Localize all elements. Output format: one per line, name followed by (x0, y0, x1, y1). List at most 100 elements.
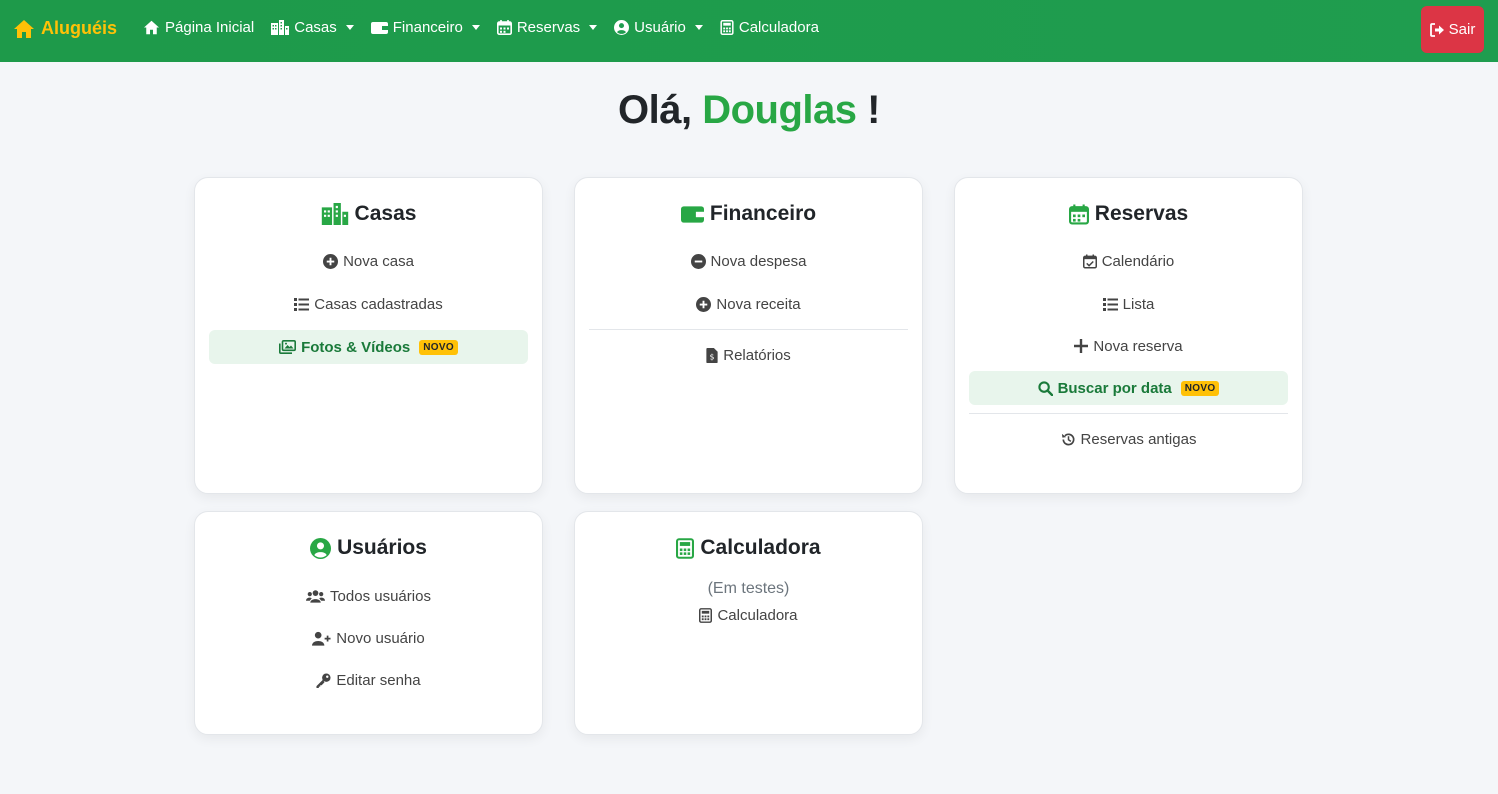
user-name: Douglas (702, 88, 857, 132)
card-financeiro: Financeiro Nova despesa Nova receita $ R… (574, 177, 923, 494)
chevron-down-icon (471, 25, 480, 30)
chevron-down-icon (694, 25, 703, 30)
calculator-icon (699, 607, 713, 623)
card-title: Usuários (195, 536, 542, 560)
navbar: Aluguéis Página Inicial Casas Financeiro… (0, 0, 1498, 62)
link-relatorios[interactable]: $ Relatórios (589, 338, 908, 372)
brand-link[interactable]: Aluguéis (13, 18, 117, 39)
link-label: Lista (1122, 295, 1155, 313)
card-title-label: Usuários (337, 536, 427, 559)
user-circle-icon (310, 537, 332, 559)
testing-note: (Em testes) (707, 580, 790, 597)
nav-item-calculadora[interactable]: Calculadora (720, 19, 819, 36)
link-label: Relatórios (723, 346, 791, 364)
logout-label: Sair (1448, 21, 1476, 38)
key-icon (316, 672, 331, 688)
nav-menu: Página Inicial Casas Financeiro Reservas… (143, 19, 836, 36)
nav-item-label: Calculadora (738, 19, 819, 36)
link-label: Nova despesa (710, 252, 807, 270)
images-icon (279, 340, 297, 354)
calendar-icon (1068, 204, 1089, 224)
link-nova-casa[interactable]: Nova casa (209, 244, 528, 278)
plus-circle-icon (323, 253, 339, 269)
link-fotos-videos[interactable]: Fotos & Vídeos NOVO (209, 330, 528, 364)
nav-item-label: Reservas (516, 19, 581, 36)
link-reservas-antigas[interactable]: Reservas antigas (969, 422, 1288, 456)
card-reservas: Reservas Calendário Lista Nova reserva B… (954, 177, 1303, 494)
file-invoice-icon: $ (706, 347, 718, 363)
city-icon (321, 203, 348, 225)
calculator-icon (720, 20, 734, 35)
link-novo-usuario[interactable]: Novo usuário (209, 621, 528, 655)
nav-item-label: Financeiro (392, 19, 463, 36)
link-todos-usuarios[interactable]: Todos usuários (209, 579, 528, 613)
link-label: Buscar por data (1057, 379, 1172, 397)
link-calendario[interactable]: Calendário (969, 244, 1288, 278)
calendar-icon (496, 20, 512, 35)
link-buscar-por-data[interactable]: Buscar por data NOVO (969, 371, 1288, 405)
card-title: Calculadora (575, 536, 922, 560)
link-label: Novo usuário (336, 629, 425, 647)
greeting-suffix: ! (867, 88, 880, 132)
link-label: Fotos & Vídeos (301, 338, 411, 356)
link-lista[interactable]: Lista (969, 287, 1288, 321)
card-calculadora: Calculadora (Em testes) Calculadora (574, 511, 923, 735)
plus-circle-icon (696, 296, 712, 312)
nav-item-label: Página Inicial (165, 19, 255, 36)
chevron-down-icon (589, 25, 598, 30)
link-nova-reserva[interactable]: Nova reserva (969, 329, 1288, 363)
calendar-check-icon (1082, 254, 1097, 268)
card-title: Reservas (955, 202, 1302, 226)
new-badge: NOVO (419, 339, 458, 355)
link-label: Calendário (1101, 252, 1175, 270)
new-badge: NOVO (1180, 380, 1220, 396)
nav-item-label: Casas (294, 19, 337, 36)
link-label: Nova reserva (1093, 337, 1183, 355)
calculator-icon (676, 537, 695, 559)
brand-label: Aluguéis (41, 18, 118, 38)
link-label: Nova casa (343, 252, 414, 270)
wallet-icon (680, 205, 704, 223)
logout-button[interactable]: Sair (1421, 6, 1484, 53)
plus-icon (1074, 339, 1089, 353)
link-editar-senha[interactable]: Editar senha (209, 663, 528, 697)
wallet-icon (370, 21, 388, 34)
user-circle-icon (614, 20, 630, 35)
home-icon (14, 19, 34, 38)
home-icon (144, 20, 159, 35)
list-icon (1102, 297, 1118, 311)
users-icon (306, 590, 326, 603)
nav-item-financeiro[interactable]: Financeiro (370, 19, 480, 36)
card-title-label: Calculadora (700, 536, 821, 559)
link-label: Calculadora (717, 606, 798, 624)
nav-item-reservas[interactable]: Reservas (496, 19, 598, 36)
nav-item-usuario[interactable]: Usuário (614, 19, 703, 36)
card-title-label: Financeiro (709, 202, 817, 225)
page-title: Olá, Douglas ! (0, 88, 1498, 133)
link-nova-despesa[interactable]: Nova despesa (589, 244, 908, 278)
greeting-prefix: Olá, (618, 88, 692, 132)
card-title: Casas (195, 202, 542, 226)
history-icon (1061, 432, 1074, 445)
card-title-label: Reservas (1094, 202, 1189, 225)
city-icon (271, 20, 290, 35)
link-label: Editar senha (336, 671, 421, 689)
link-calculadora[interactable]: Calculadora (589, 598, 908, 632)
link-nova-receita[interactable]: Nova receita (589, 287, 908, 321)
link-label: Nova receita (716, 295, 801, 313)
nav-item-label: Usuário (634, 19, 686, 36)
card-title-label: Casas (354, 202, 417, 225)
link-label: Casas cadastradas (314, 295, 443, 313)
nav-item-casas[interactable]: Casas (271, 19, 354, 36)
link-casas-cadastradas[interactable]: Casas cadastradas (209, 287, 528, 321)
link-label: Todos usuários (330, 587, 431, 605)
svg-text:$: $ (710, 352, 715, 361)
logout-icon (1429, 22, 1444, 37)
user-plus-icon (312, 631, 331, 646)
search-icon (1037, 380, 1053, 396)
minus-circle-icon (690, 253, 706, 269)
card-usuarios: Usuários Todos usuários Novo usuário Edi… (194, 511, 543, 735)
nav-item-home[interactable]: Página Inicial (143, 19, 254, 36)
card-casas: Casas Nova casa Casas cadastradas Fotos … (194, 177, 543, 494)
list-icon (294, 297, 310, 311)
